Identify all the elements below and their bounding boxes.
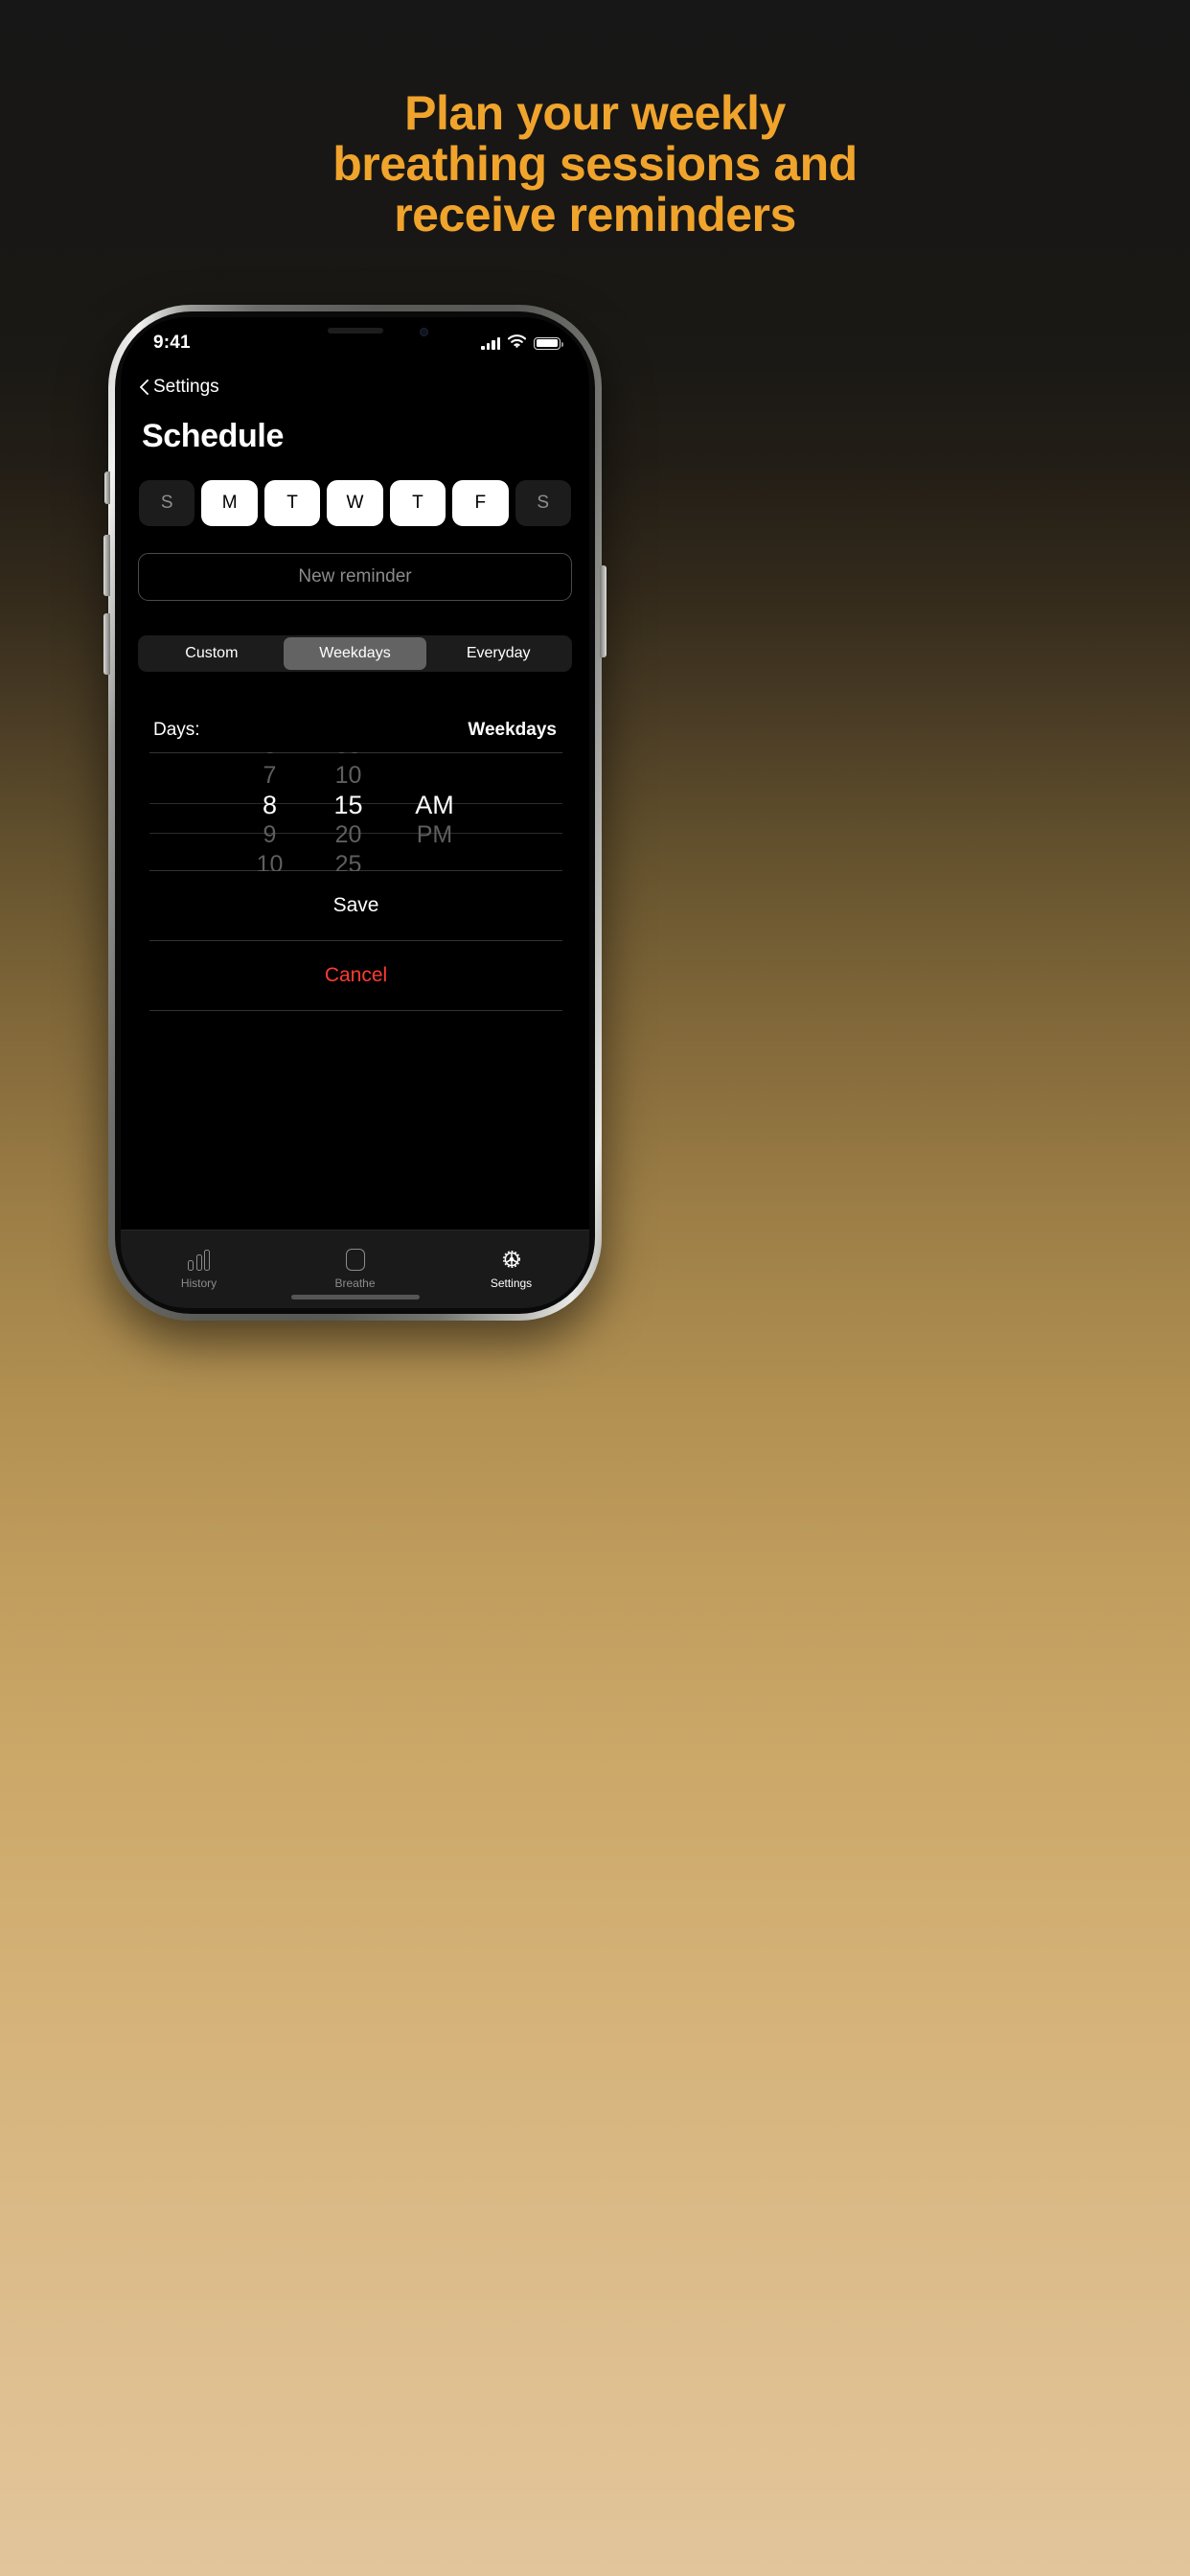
gear-icon (500, 1249, 523, 1271)
meridiem-option[interactable] (388, 761, 482, 791)
day-chip-monday[interactable]: M (201, 480, 258, 526)
minute-option[interactable]: 05 (309, 752, 388, 761)
cellular-bars-icon (481, 336, 500, 350)
segment-everyday[interactable]: Everyday (426, 637, 570, 670)
hour-column[interactable]: 6 7 8 9 10 (231, 752, 309, 871)
action-divider-bottom (149, 1010, 562, 1011)
app-screen: Settings Schedule S M T W T F S Custom W… (121, 359, 589, 1308)
days-summary-label: Days: (153, 720, 200, 740)
hour-option[interactable]: 9 (231, 820, 309, 850)
day-chip-tuesday[interactable]: T (263, 480, 321, 526)
minute-option-selected[interactable]: 15 (309, 791, 388, 820)
page-title: Schedule (142, 418, 284, 454)
notch (251, 317, 459, 347)
power-button[interactable] (600, 565, 606, 657)
tab-history-label: History (180, 1276, 217, 1290)
tab-breathe-label: Breathe (334, 1276, 376, 1290)
days-summary-row: Days: Weekdays (153, 720, 557, 741)
front-camera-icon (419, 328, 428, 336)
day-chip-saturday[interactable]: S (515, 480, 571, 526)
time-picker[interactable]: 6 7 8 9 10 05 10 15 20 25 (149, 752, 562, 871)
headline-line-2: breathing sessions and (332, 137, 858, 191)
hour-option[interactable]: 7 (231, 761, 309, 791)
meridiem-column[interactable]: AM PM (388, 752, 482, 871)
earpiece-speaker-icon (327, 328, 383, 334)
tab-settings[interactable]: Settings (433, 1230, 589, 1308)
cancel-button[interactable]: Cancel (149, 941, 562, 1010)
rounded-square-icon (345, 1249, 365, 1271)
day-chip-friday[interactable]: F (452, 480, 509, 526)
picker-columns: 6 7 8 9 10 05 10 15 20 25 (149, 752, 562, 871)
meridiem-option[interactable] (388, 850, 482, 871)
repeat-segmented-control: Custom Weekdays Everyday (138, 635, 572, 672)
minute-option[interactable]: 10 (309, 761, 388, 791)
save-button[interactable]: Save (149, 871, 562, 940)
days-summary-value: Weekdays (468, 720, 557, 740)
meridiem-option[interactable] (388, 752, 482, 761)
tab-settings-label: Settings (490, 1276, 533, 1290)
battery-full-icon (534, 336, 563, 350)
schedule-content: Settings Schedule S M T W T F S Custom W… (121, 359, 589, 1230)
meridiem-option-selected[interactable]: AM (388, 791, 482, 820)
meridiem-option[interactable]: PM (388, 820, 482, 850)
segment-custom[interactable]: Custom (140, 637, 284, 670)
wifi-icon (507, 334, 527, 353)
home-indicator[interactable] (290, 1295, 420, 1300)
new-reminder-input[interactable] (138, 553, 572, 601)
day-picker: S M T W T F S (138, 480, 572, 526)
bar-chart-icon (188, 1249, 210, 1271)
phone-screen: 9:41 Settings Schedule S M T W T F S New… (121, 317, 589, 1308)
headline-line-1: Plan your weekly (404, 86, 786, 140)
minute-column[interactable]: 05 10 15 20 25 (309, 752, 388, 871)
minute-option[interactable]: 20 (309, 820, 388, 850)
chevron-left-icon (140, 378, 150, 397)
day-chip-sunday[interactable]: S (139, 480, 195, 526)
minute-option[interactable]: 25 (309, 850, 388, 871)
back-button-label: Settings (153, 377, 219, 397)
hour-option[interactable]: 10 (231, 850, 309, 871)
status-icons (481, 334, 563, 353)
mute-switch[interactable] (104, 472, 110, 504)
promo-headline: Plan your weekly breathing sessions and … (0, 88, 1190, 241)
day-chip-wednesday[interactable]: W (327, 480, 383, 526)
headline-line-3: receive reminders (394, 188, 796, 242)
day-chip-thursday[interactable]: T (389, 480, 446, 526)
status-time: 9:41 (153, 333, 191, 353)
segment-weekdays[interactable]: Weekdays (283, 637, 427, 670)
volume-down-button[interactable] (103, 613, 110, 675)
tab-history[interactable]: History (121, 1230, 277, 1308)
back-to-settings-button[interactable]: Settings (140, 377, 572, 398)
hour-option[interactable]: 6 (231, 752, 309, 761)
hour-option-selected[interactable]: 8 (231, 791, 309, 820)
phone-device-mockup: 9:41 Settings Schedule S M T W T F S New… (103, 305, 606, 1321)
volume-up-button[interactable] (103, 535, 110, 596)
